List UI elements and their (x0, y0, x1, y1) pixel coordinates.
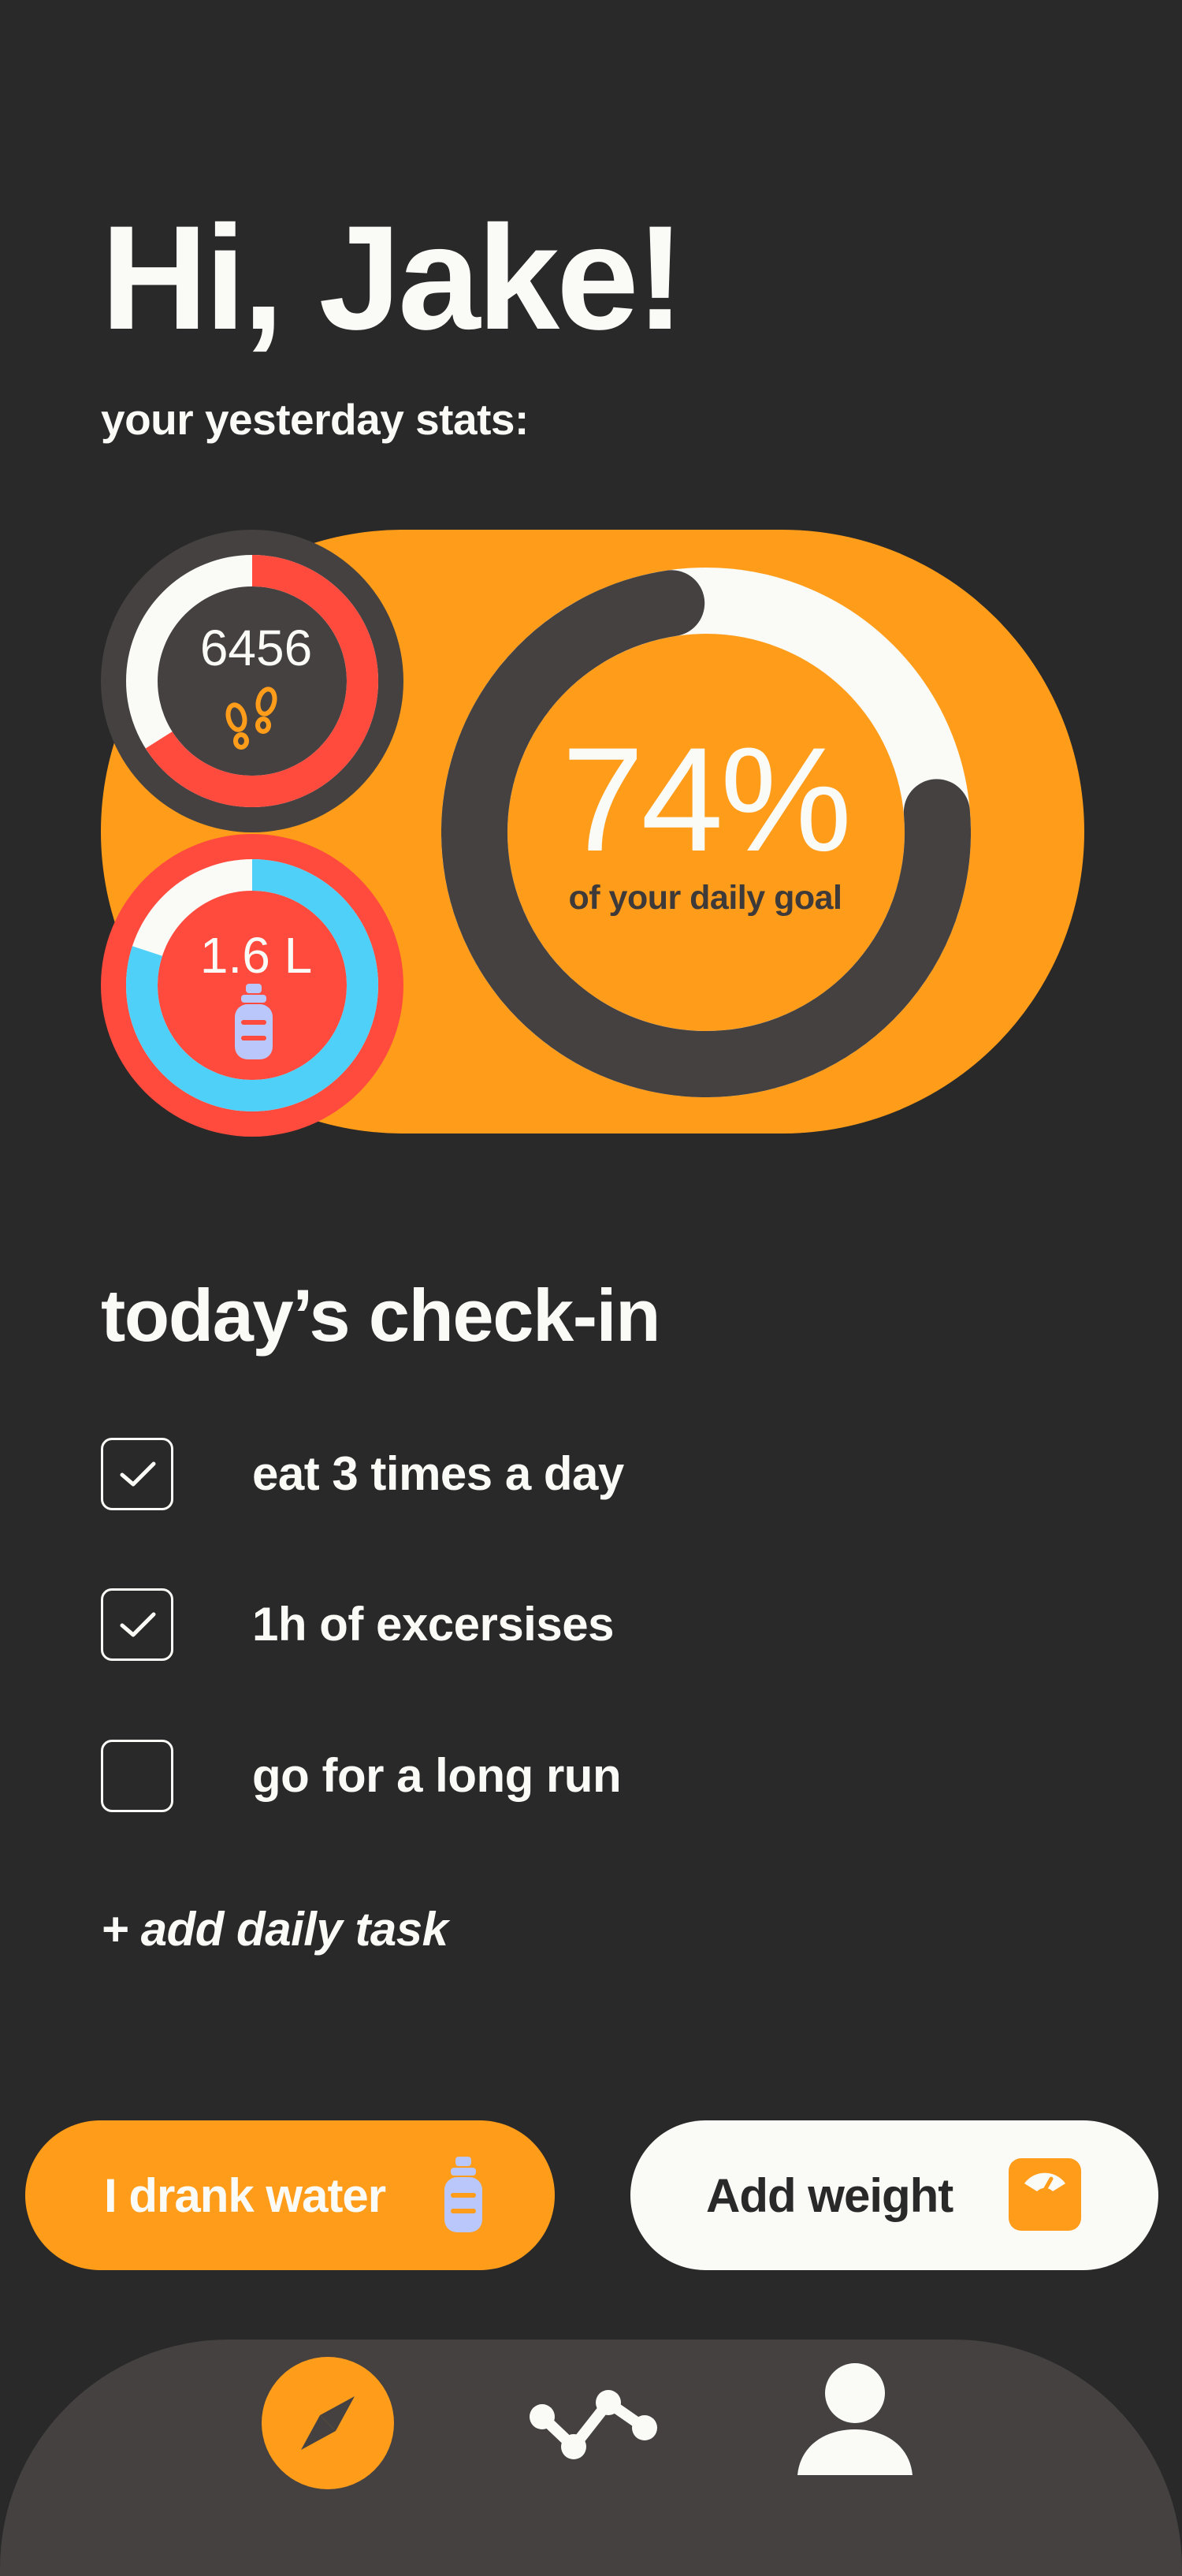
water-value: 1.6 L (199, 927, 313, 984)
daily-goal-caption: of your daily goal (568, 879, 843, 917)
greeting-title: Hi, Jake! (101, 195, 685, 360)
compass-icon[interactable] (262, 2357, 394, 2489)
bottom-nav (0, 2340, 1182, 2576)
task-label: 1h of excersises (252, 1598, 614, 1651)
checkin-title: today’s check-in (101, 1274, 661, 1357)
task-checkbox[interactable] (101, 1740, 173, 1812)
task-item[interactable]: go for a long run (101, 1740, 968, 1817)
task-label: go for a long run (252, 1749, 622, 1802)
drank-water-button[interactable]: I drank water (25, 2120, 555, 2270)
steps-value: 6456 (199, 620, 313, 676)
add-weight-label: Add weight (706, 2169, 953, 2222)
check-icon (120, 1612, 156, 1637)
drank-water-label: I drank water (104, 2169, 386, 2222)
water-bottle-icon (235, 984, 273, 1059)
chart-line-icon[interactable] (528, 2382, 659, 2461)
task-item[interactable]: 1h of excersises (101, 1588, 968, 1666)
task-label: eat 3 times a day (252, 1447, 624, 1500)
water-bottle-icon (444, 2157, 482, 2232)
footprints-icon (225, 687, 277, 750)
profile-icon[interactable] (796, 2362, 914, 2478)
task-item[interactable]: eat 3 times a day (101, 1438, 968, 1515)
add-daily-task-link[interactable]: + add daily task (101, 1906, 448, 1953)
task-checkbox[interactable] (101, 1438, 173, 1510)
task-checkbox[interactable] (101, 1588, 173, 1661)
add-weight-button[interactable]: Add weight (630, 2120, 1158, 2270)
steps-ring[interactable] (101, 530, 403, 832)
daily-goal-percent: 74% (561, 717, 852, 882)
stats-subtitle: your yesterday stats: (101, 395, 529, 444)
scale-icon (1009, 2158, 1081, 2231)
check-icon (120, 1461, 156, 1487)
